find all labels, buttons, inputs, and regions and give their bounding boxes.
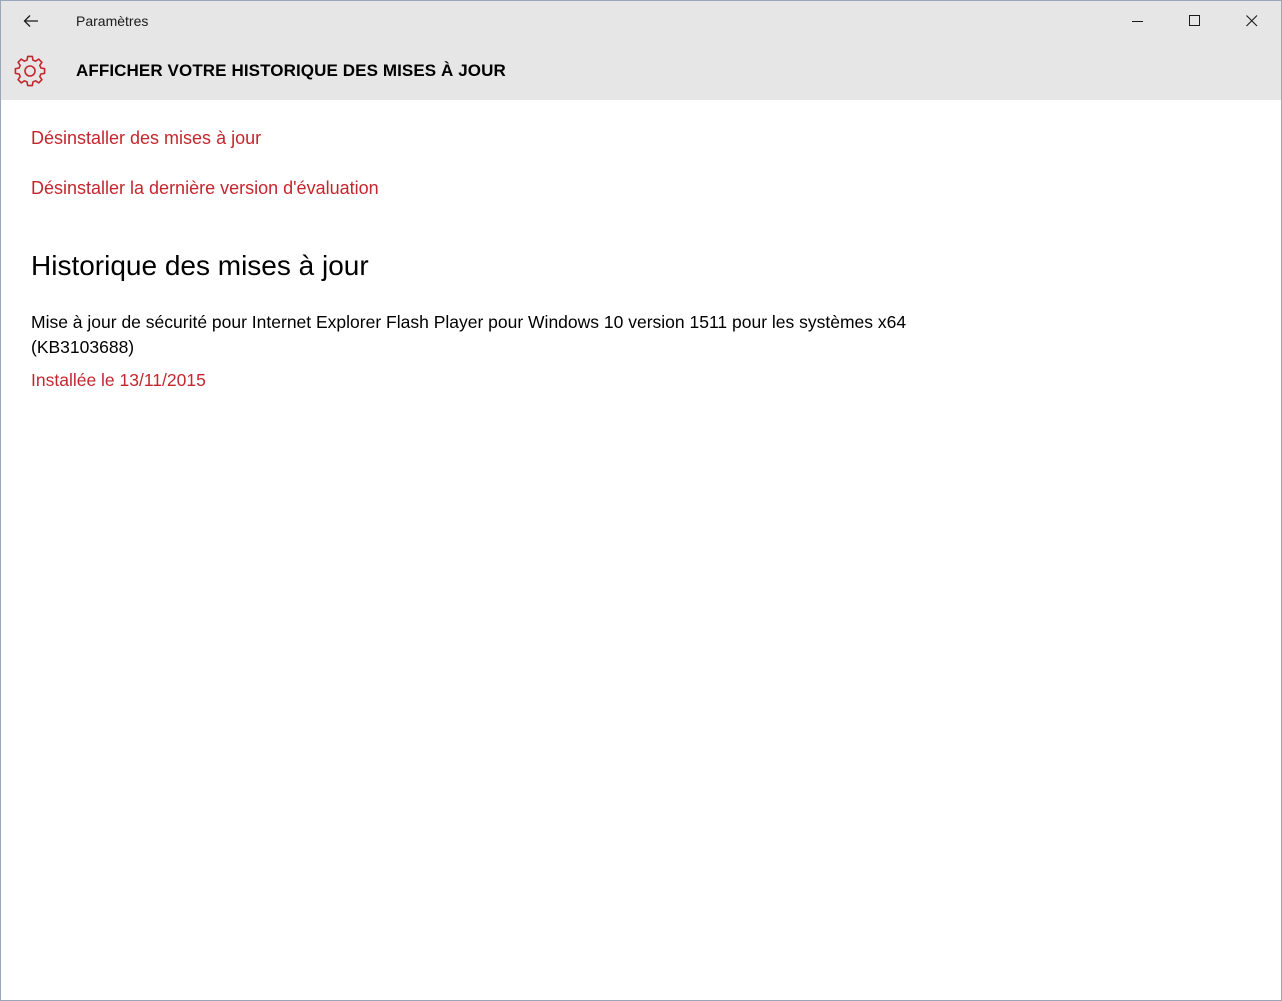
page-title: AFFICHER VOTRE HISTORIQUE DES MISES À JO… <box>76 61 506 80</box>
minimize-icon <box>1131 21 1143 22</box>
title-bar: Paramètres <box>1 1 1281 41</box>
maximize-icon <box>1188 15 1200 26</box>
settings-window: Paramètres AFFICHER VOTRE HISTORIQUE DES <box>0 0 1282 1001</box>
update-name: Mise à jour de sécurité pour Internet Ex… <box>31 312 907 357</box>
update-history-heading: Historique des mises à jour <box>31 250 369 281</box>
app-title: Paramètres <box>76 13 149 29</box>
uninstall-updates-link[interactable]: Désinstaller des mises à jour <box>31 128 261 149</box>
uninstall-preview-link[interactable]: Désinstaller la dernière version d'évalu… <box>31 178 379 199</box>
back-arrow-icon <box>23 15 38 27</box>
update-install-status[interactable]: Installée le 13/11/2015 <box>31 370 206 391</box>
gear-icon <box>14 55 46 87</box>
back-button[interactable] <box>1 1 61 41</box>
maximize-button[interactable] <box>1166 1 1223 41</box>
minimize-button[interactable] <box>1109 1 1166 41</box>
close-icon <box>1245 15 1257 27</box>
page-header: AFFICHER VOTRE HISTORIQUE DES MISES À JO… <box>1 41 1281 100</box>
close-button[interactable] <box>1223 1 1280 41</box>
